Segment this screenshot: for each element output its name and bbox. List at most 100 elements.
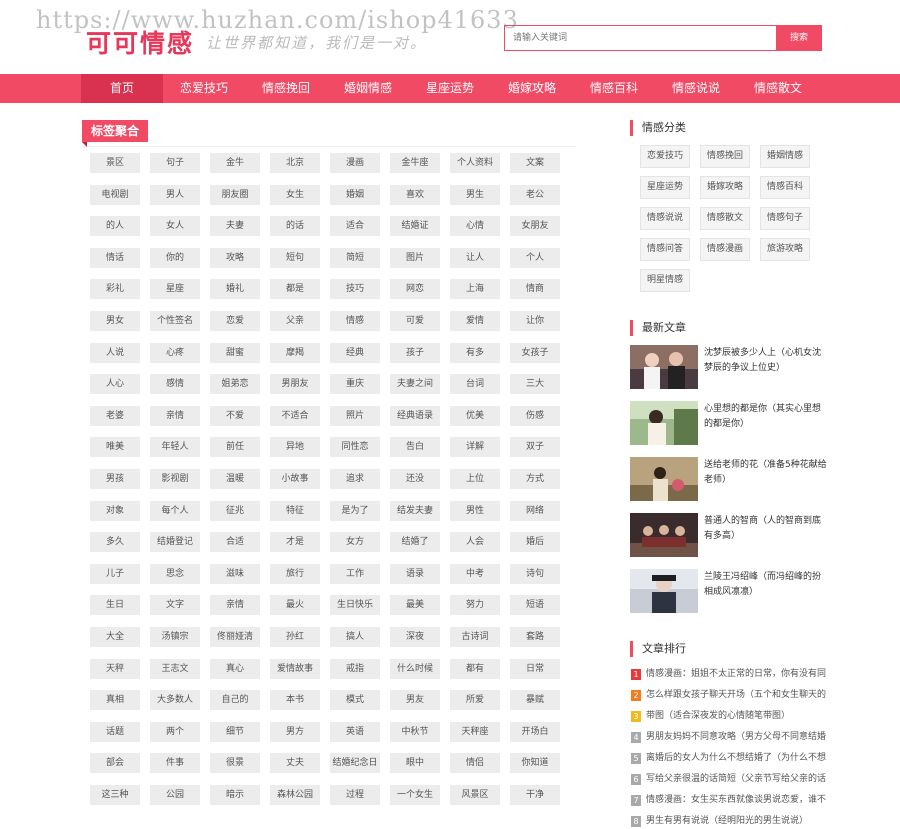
- tag-item[interactable]: 夫妻: [210, 216, 260, 237]
- tag-item[interactable]: 星座: [150, 279, 200, 300]
- category-item[interactable]: 旅游攻略: [760, 238, 811, 261]
- tag-item[interactable]: 风景区: [450, 785, 500, 805]
- tag-item[interactable]: 细节: [210, 721, 260, 742]
- tag-item[interactable]: 男方: [270, 721, 320, 742]
- article-title[interactable]: 沈梦辰被多少人上（心机女沈梦辰的争议上位史）: [704, 346, 828, 376]
- tag-item[interactable]: 上海: [450, 279, 500, 300]
- tag-item[interactable]: 都有: [450, 658, 500, 679]
- article-title[interactable]: 心里想的都是你（其实心里想的都是你）: [704, 402, 828, 432]
- tag-item[interactable]: 你知道: [510, 753, 560, 774]
- tag-item[interactable]: 女生: [270, 184, 320, 205]
- ranking-item[interactable]: 1 情感漫画：姐姐不太正常的日常，你有没有同: [631, 666, 831, 682]
- category-item[interactable]: 婚嫁攻略: [700, 176, 751, 199]
- tag-item[interactable]: 情侣: [450, 753, 500, 774]
- tag-item[interactable]: 文字: [150, 595, 200, 616]
- tag-item[interactable]: 王志文: [150, 658, 200, 679]
- tag-item[interactable]: 男友: [390, 690, 440, 711]
- tag-item[interactable]: 日常: [510, 658, 560, 679]
- tag-item[interactable]: 开场白: [510, 721, 560, 742]
- tag-item[interactable]: 每个人: [150, 500, 200, 521]
- tag-item[interactable]: 个人资料: [450, 153, 500, 173]
- tag-item[interactable]: 人心: [90, 374, 140, 395]
- tag-item[interactable]: 重庆: [330, 374, 380, 395]
- tag-item[interactable]: 这三种: [90, 785, 140, 805]
- tag-item[interactable]: 文案: [510, 153, 560, 173]
- tag-item[interactable]: 孩子: [390, 342, 440, 363]
- tag-item[interactable]: 合适: [210, 532, 260, 553]
- tag-item[interactable]: 北京: [270, 153, 320, 173]
- tag-item[interactable]: 都是: [270, 279, 320, 300]
- tag-item[interactable]: 语录: [390, 563, 440, 584]
- tag-item[interactable]: 男女: [90, 311, 140, 331]
- tag-item[interactable]: 眼中: [390, 753, 440, 774]
- category-item[interactable]: 情感句子: [760, 207, 811, 230]
- tag-item[interactable]: 模式: [330, 690, 380, 711]
- tag-item[interactable]: 姐弟恋: [210, 374, 260, 395]
- tag-item[interactable]: 是为了: [330, 500, 380, 521]
- tag-item[interactable]: 异地: [270, 437, 320, 458]
- tag-item[interactable]: 不适合: [270, 405, 320, 426]
- category-item[interactable]: 情感百科: [760, 176, 811, 199]
- tag-item[interactable]: 同性恋: [330, 437, 380, 458]
- tag-item[interactable]: 亲情: [210, 595, 260, 616]
- tag-item[interactable]: 最火: [270, 595, 320, 616]
- tag-item[interactable]: 女朋友: [510, 216, 560, 237]
- tag-item[interactable]: 所爱: [450, 690, 500, 711]
- tag-item[interactable]: 的话: [270, 216, 320, 237]
- tag-item[interactable]: 句子: [150, 153, 200, 173]
- tag-item[interactable]: 佟丽娅清: [210, 627, 260, 647]
- tag-item[interactable]: 老公: [510, 184, 560, 205]
- tag-item[interactable]: 女人: [150, 216, 200, 237]
- tag-item[interactable]: 有多: [450, 342, 500, 363]
- tag-item[interactable]: 话题: [90, 721, 140, 742]
- tag-item[interactable]: 生日: [90, 595, 140, 616]
- tag-item[interactable]: 景区: [90, 153, 140, 173]
- tag-item[interactable]: 网络: [510, 500, 560, 521]
- tag-item[interactable]: 努力: [450, 595, 500, 616]
- article-thumbnail[interactable]: [630, 513, 698, 557]
- tag-item[interactable]: 小故事: [270, 469, 320, 489]
- tag-item[interactable]: 孙红: [270, 627, 320, 647]
- tag-item[interactable]: 结婚登记: [150, 532, 200, 553]
- nav-item-love-tips[interactable]: 恋爱技巧: [163, 74, 245, 103]
- category-item[interactable]: 情感散文: [700, 207, 751, 230]
- search-button[interactable]: 搜索: [776, 25, 822, 51]
- category-item[interactable]: 情感漫画: [700, 238, 751, 261]
- tag-item[interactable]: 喜欢: [390, 184, 440, 205]
- tag-item[interactable]: 丈夫: [270, 753, 320, 774]
- tag-item[interactable]: 方式: [510, 469, 560, 489]
- tag-item[interactable]: 旅行: [270, 563, 320, 584]
- tag-item[interactable]: 暗示: [210, 785, 260, 805]
- tag-item[interactable]: 婚姻: [330, 184, 380, 205]
- tag-item[interactable]: 照片: [330, 405, 380, 426]
- tag-item[interactable]: 多久: [90, 532, 140, 553]
- tag-item[interactable]: 结婚证: [390, 216, 440, 237]
- tag-item[interactable]: 结发夫妻: [390, 500, 440, 521]
- tag-item[interactable]: 搞人: [330, 627, 380, 647]
- tag-item[interactable]: 情商: [510, 279, 560, 300]
- tag-item[interactable]: 台词: [450, 374, 500, 395]
- tag-item[interactable]: 情感: [330, 311, 380, 331]
- tag-item[interactable]: 漫画: [330, 153, 380, 173]
- tag-item[interactable]: 详解: [450, 437, 500, 458]
- search-input[interactable]: [505, 26, 775, 50]
- tag-item[interactable]: 追求: [330, 469, 380, 489]
- tag-item[interactable]: 女孩子: [510, 342, 560, 363]
- tag-item[interactable]: 恋爱: [210, 311, 260, 331]
- tag-item[interactable]: 父亲: [270, 311, 320, 331]
- nav-item-emotion-recovery[interactable]: 情感挽回: [245, 74, 327, 103]
- tag-item[interactable]: 才是: [270, 532, 320, 553]
- article-title[interactable]: 兰陵王冯绍峰（而冯绍峰的扮相成风凛凛）: [704, 570, 828, 600]
- tag-item[interactable]: 感情: [150, 374, 200, 395]
- tag-item[interactable]: 男性: [450, 500, 500, 521]
- tag-item[interactable]: 男孩: [90, 469, 140, 489]
- tag-item[interactable]: 告白: [390, 437, 440, 458]
- tag-item[interactable]: 金牛: [210, 153, 260, 173]
- tag-item[interactable]: 大多数人: [150, 690, 200, 711]
- ranking-item[interactable]: 8 男生有男有说说（经明阳光的男生说说）: [631, 813, 831, 829]
- ranking-item[interactable]: 6 写给父亲很温的话简短（父亲节写给父亲的话: [631, 771, 831, 787]
- tag-item[interactable]: 婚后: [510, 532, 560, 553]
- nav-item-wedding[interactable]: 婚嫁攻略: [491, 74, 573, 103]
- tag-item[interactable]: 心疼: [150, 342, 200, 363]
- tag-item[interactable]: 中考: [450, 563, 500, 584]
